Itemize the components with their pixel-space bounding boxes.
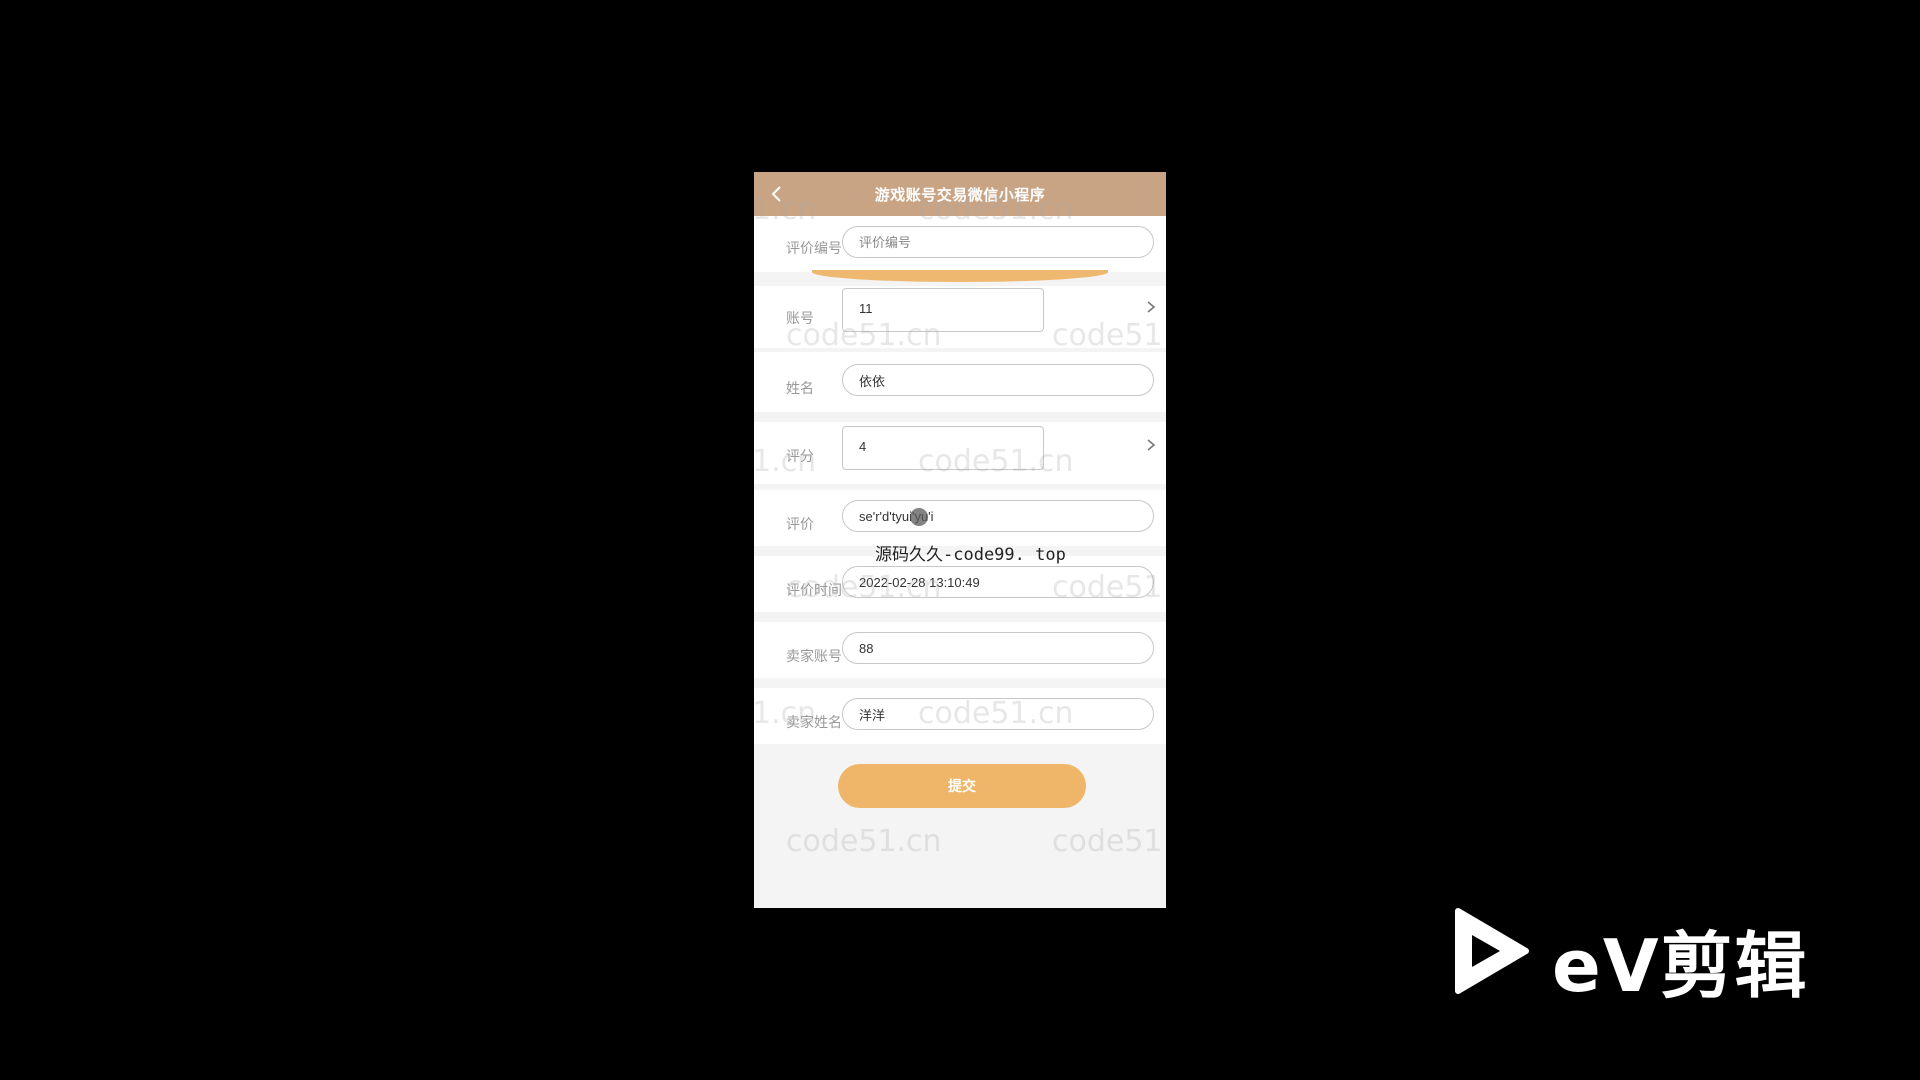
review-input[interactable]: [842, 500, 1154, 532]
review-id-input[interactable]: [842, 226, 1154, 258]
seller-name-label: 卖家姓名: [786, 715, 842, 731]
chevron-right-icon[interactable]: [1144, 300, 1158, 314]
review-id-label: 评价编号: [786, 241, 842, 257]
watermark: code51.cn: [786, 824, 942, 859]
review-time-label: 评价时间: [786, 583, 842, 599]
form-row-name: 姓名: [754, 352, 1166, 412]
review-label: 评价: [786, 517, 814, 533]
form-row-review-time: 评价时间: [754, 556, 1166, 612]
decorative-swoosh: [812, 270, 1108, 282]
watermark: code51: [1052, 824, 1163, 859]
form-row-account: 账号 11: [754, 286, 1166, 348]
page-title: 游戏账号交易微信小程序: [874, 186, 1046, 204]
editor-logo: eV剪辑: [1450, 905, 1825, 1008]
score-select[interactable]: 4: [842, 426, 1044, 470]
seller-account-input[interactable]: [842, 632, 1154, 664]
submit-button[interactable]: 提交: [838, 764, 1086, 808]
mouse-cursor: [910, 508, 928, 526]
name-input[interactable]: [842, 364, 1154, 396]
review-time-input[interactable]: [842, 566, 1154, 598]
form-row-score: 评分 4: [754, 422, 1166, 484]
chevron-right-icon[interactable]: [1144, 438, 1158, 452]
play-triangle-icon: [1455, 908, 1529, 994]
form-row-review-id: 评价编号: [754, 216, 1166, 272]
seller-name-input[interactable]: [842, 698, 1154, 730]
name-label: 姓名: [786, 381, 814, 397]
phone-screen: 游戏账号交易微信小程序 评价编号 账号 11 姓名 评分 4 评价 评价时间: [754, 172, 1166, 908]
account-label: 账号: [786, 311, 814, 327]
form-row-seller-account: 卖家账号: [754, 622, 1166, 678]
account-select[interactable]: 11: [842, 288, 1044, 332]
editor-logo-text: eV剪辑: [1552, 924, 1809, 1008]
seller-account-label: 卖家账号: [786, 649, 842, 665]
form-row-review: 评价: [754, 490, 1166, 546]
form-row-seller-name: 卖家姓名: [754, 688, 1166, 744]
score-label: 评分: [786, 449, 814, 465]
nav-bar: 游戏账号交易微信小程序: [754, 172, 1166, 216]
